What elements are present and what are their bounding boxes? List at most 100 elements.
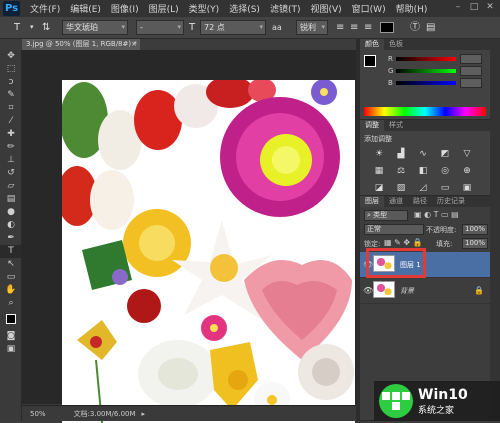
menu-window[interactable]: 窗口(W) [347,2,391,15]
shape-tool-icon[interactable]: ▭ [0,271,22,284]
chevron-down-icon: ▾ [121,23,125,31]
hue-saturation-icon[interactable]: ▦ [372,166,386,177]
green-slider[interactable] [396,69,456,73]
gradient-map-icon[interactable]: ▭ [438,183,452,194]
tab-styles[interactable]: 样式 [384,120,408,131]
menu-view[interactable]: 视图(V) [305,2,346,15]
invert-icon[interactable]: ◪ [372,183,386,194]
tab-history[interactable]: 历史记录 [432,196,470,207]
tab-adjustments[interactable]: 调整 [360,120,384,131]
path-select-tool-icon[interactable]: ↖ [0,258,22,271]
filter-icons[interactable]: ▣ ◐ T ▭ ▤ [414,210,459,219]
posterize-icon[interactable]: ▨ [394,183,408,194]
vibrance-icon[interactable]: ▽ [460,149,474,160]
gradient-tool-icon[interactable]: ▤ [0,193,22,206]
warp-text-icon[interactable]: Ⓣ [410,20,420,35]
quick-select-tool-icon[interactable]: ✎ [0,89,22,102]
menu-select[interactable]: 选择(S) [224,2,265,15]
character-panel-icon[interactable]: ▤ [426,20,435,35]
text-color-swatch[interactable] [380,22,394,33]
tab-paths[interactable]: 路径 [408,196,432,207]
channel-mixer-icon[interactable]: ⊕ [460,166,474,177]
screen-mode-icon[interactable]: ▣ [0,343,22,356]
status-arrow-icon[interactable]: ▸ [142,410,146,418]
document-info: 文档:3.00M/6.00M [73,409,136,418]
tab-channels[interactable]: 通道 [384,196,408,207]
foreground-color[interactable] [6,314,16,324]
font-style-value: - [140,23,143,32]
color-swatches[interactable] [0,310,22,330]
curves-icon[interactable]: ∿ [416,149,430,160]
font-style-select[interactable]: - ▾ [136,20,184,35]
adjustment-icons: ☀ ▟ ∿ ◩ ▽ ▦ ⚖ ◧ ◎ ⊕ ◪ ▨ ◿ ▭ ▣ [360,147,490,196]
hand-tool-icon[interactable]: ✋ [0,284,22,297]
layer-row[interactable]: 👁 背景 🔒 [360,278,490,304]
quick-mask-icon[interactable]: ◙ [0,330,22,343]
blue-value-field[interactable] [460,78,482,88]
black-white-icon[interactable]: ◧ [416,166,430,177]
lasso-tool-icon[interactable]: ↄ [0,76,22,89]
layer-filter-select[interactable]: ⌕ 类型 [364,210,408,221]
font-size-select[interactable]: 72 点 ▾ [200,20,266,35]
align-center-icon[interactable]: ≡ [350,20,358,35]
blue-slider[interactable] [396,81,456,85]
exposure-icon[interactable]: ◩ [438,149,452,160]
canvas-area[interactable] [22,50,356,423]
history-brush-icon[interactable]: ↺ [0,167,22,180]
font-family-select[interactable]: 华文琥珀 ▾ [62,20,128,35]
menu-help[interactable]: 帮助(H) [391,2,433,15]
pen-tool-icon[interactable]: ✒ [0,232,22,245]
type-tool-icon[interactable]: T [14,20,20,35]
zoom-tool-icon[interactable]: ⌕ [0,297,22,310]
brush-tool-icon[interactable]: ✏ [0,141,22,154]
dodge-tool-icon[interactable]: ◐ [0,219,22,232]
flower-image[interactable] [62,80,355,423]
color-spectrum[interactable] [364,107,486,116]
close-icon[interactable]: ✕ [484,2,496,13]
align-right-icon[interactable]: ≡ [364,20,372,35]
move-tool-icon[interactable]: ✥ [0,50,22,63]
flower-collage-image [62,80,355,423]
tab-color[interactable]: 颜色 [360,39,384,50]
red-slider[interactable] [396,57,456,61]
menu-type[interactable]: 类型(Y) [184,2,225,15]
layer-name[interactable]: 背景 [400,286,414,296]
eye-icon[interactable]: 👁 [363,286,373,295]
chevron-down-icon[interactable]: ▾ [30,20,34,35]
threshold-icon[interactable]: ◿ [416,183,430,194]
selective-color-icon[interactable]: ▣ [460,183,474,194]
type-tool-icon[interactable]: T [0,245,22,258]
menu-edit[interactable]: 编辑(E) [65,2,106,15]
color-balance-icon[interactable]: ⚖ [394,166,408,177]
levels-icon[interactable]: ▟ [394,149,408,160]
stamp-tool-icon[interactable]: ⊥ [0,154,22,167]
lock-icons[interactable]: ▦ ✎ ✥ 🔒 [384,238,423,247]
align-left-icon[interactable]: ≡ [336,20,344,35]
tab-swatches[interactable]: 色板 [384,39,408,50]
green-value-field[interactable] [460,66,482,76]
blur-tool-icon[interactable]: ● [0,206,22,219]
minimize-icon[interactable]: – [452,2,464,13]
maximize-icon[interactable]: □ [468,2,480,13]
menu-file[interactable]: 文件(F) [25,2,65,15]
close-tab-icon[interactable]: × [131,39,137,50]
marquee-tool-icon[interactable]: ⬚ [0,63,22,76]
fill-field[interactable]: 100% [462,238,488,249]
tab-layers[interactable]: 图层 [360,196,384,207]
crop-tool-icon[interactable]: ⌗ [0,102,22,115]
zoom-level[interactable]: 50% [30,410,46,418]
eraser-tool-icon[interactable]: ▱ [0,180,22,193]
opacity-field[interactable]: 100% [462,224,488,235]
orientation-toggle-icon[interactable]: ⇅ [42,20,50,35]
menu-filter[interactable]: 滤镜(T) [265,2,306,15]
blend-mode-select[interactable]: 正常 [364,224,424,235]
red-value-field[interactable] [460,54,482,64]
anti-alias-select[interactable]: 锐利 ▾ [296,20,328,35]
document-tab[interactable]: 3.jpg @ 50% (图层 1, RGB/8#) * × [22,39,140,50]
photo-filter-icon[interactable]: ◎ [438,166,452,177]
healing-tool-icon[interactable]: ✚ [0,128,22,141]
menu-image[interactable]: 图像(I) [106,2,144,15]
brightness-icon[interactable]: ☀ [372,149,386,160]
eyedropper-tool-icon[interactable]: ⁄ [0,115,22,128]
menu-layer[interactable]: 图层(L) [144,2,184,15]
